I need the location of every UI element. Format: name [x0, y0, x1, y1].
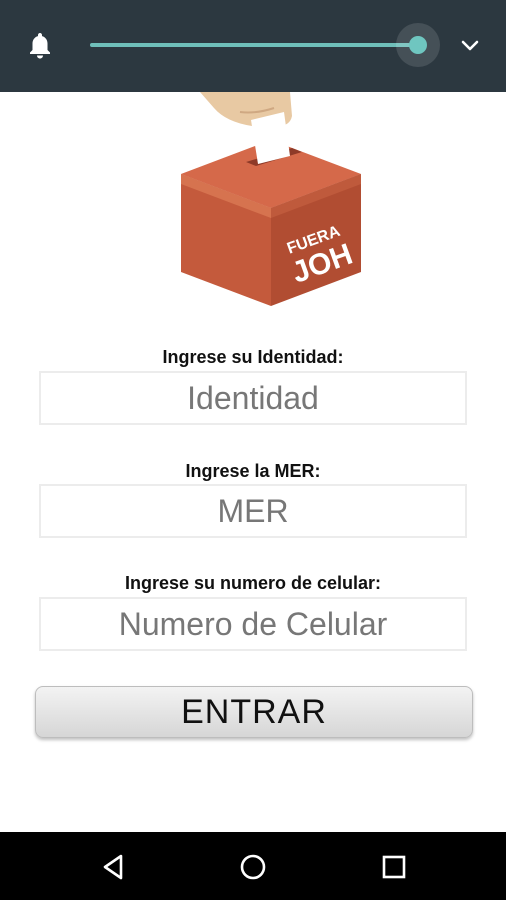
mer-label: Ingrese la MER:	[185, 461, 321, 481]
identity-label: Ingrese su Identidad:	[162, 347, 344, 367]
phone-label: Ingrese su numero de celular:	[124, 573, 382, 593]
mer-input[interactable]	[39, 484, 467, 538]
identity-input[interactable]	[39, 371, 467, 425]
home-circle-icon[interactable]	[238, 852, 268, 882]
back-triangle-icon[interactable]	[99, 852, 129, 882]
volume-slider-track[interactable]	[90, 43, 418, 47]
system-nav-bar	[0, 832, 506, 900]
volume-panel	[0, 0, 506, 92]
ballot-box-logo: FUERA JOH	[181, 92, 361, 306]
chevron-down-icon[interactable]	[458, 34, 482, 58]
enter-button[interactable]: ENTRAR	[35, 686, 473, 738]
recents-square-icon[interactable]	[379, 852, 409, 882]
bell-icon[interactable]	[24, 29, 56, 61]
volume-slider-thumb[interactable]	[409, 36, 427, 54]
phone-input[interactable]	[39, 597, 467, 651]
